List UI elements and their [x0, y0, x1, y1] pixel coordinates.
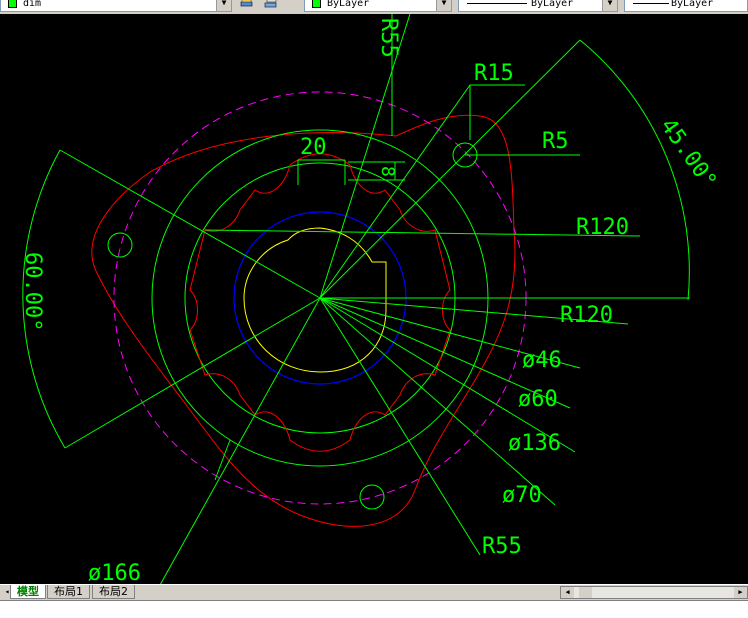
dim-r120-a: R120: [576, 215, 629, 240]
layer-previous-icon[interactable]: [264, 0, 278, 10]
dim-d70: ø70: [502, 483, 542, 508]
scroll-right-icon[interactable]: ▶: [734, 587, 747, 598]
linetype-sample: [467, 3, 527, 4]
dim-r15: R15: [474, 61, 514, 86]
lineweight-value: ByLayer: [671, 0, 714, 9]
layout-tabs-bar: ◂ 模型 布局1 布局2 ◀ ▶: [0, 584, 748, 601]
scroll-left-icon[interactable]: ◀: [561, 587, 574, 598]
dimension-text: R55 R15 R5 45.00° R120 R120 ø46 ø60 ø136…: [20, 18, 721, 586]
dim-d60: ø60: [518, 387, 558, 412]
dim-width-8: 8: [377, 166, 398, 177]
dim-r55-bottom: R55: [482, 534, 522, 559]
bolt-hole-bottom: [359, 484, 385, 510]
dim-r120-b: R120: [560, 303, 613, 328]
dim-r5: R5: [542, 129, 569, 154]
bore-keyway: [243, 227, 387, 373]
scroll-thumb[interactable]: [579, 587, 592, 598]
lineweight-sample: [633, 3, 669, 4]
properties-toolbar: dim ▼ ByLayer ▼ ByLayer ▼ ByLayer: [0, 0, 748, 15]
cad-drawing: R55 R15 R5 45.00° R120 R120 ø46 ø60 ø136…: [20, 13, 721, 586]
linetype-value: ByLayer: [531, 0, 574, 9]
linetype-control-dropdown[interactable]: ByLayer ▼: [458, 0, 618, 12]
bolt-hole-left: [107, 232, 133, 258]
dim-d166: ø166: [88, 561, 141, 584]
color-control-dropdown[interactable]: ByLayer ▼: [304, 0, 452, 12]
make-layer-current-icon[interactable]: [240, 0, 254, 10]
dim-angle-60: 60.00°: [20, 252, 45, 331]
chevron-down-icon[interactable]: ▼: [216, 0, 231, 11]
horizontal-scrollbar[interactable]: ◀ ▶: [560, 586, 748, 599]
layer-color-swatch: [8, 0, 17, 8]
color-value: ByLayer: [327, 0, 370, 9]
layer-dropdown[interactable]: dim ▼: [0, 0, 232, 12]
command-line[interactable]: [0, 600, 748, 618]
dim-d46: ø46: [522, 348, 562, 373]
layer-name: dim: [23, 0, 42, 9]
tab-model[interactable]: 模型: [10, 585, 46, 599]
chevron-down-icon[interactable]: ▼: [436, 0, 451, 11]
chevron-down-icon[interactable]: ▼: [602, 0, 617, 11]
dim-r55-top: R55: [376, 18, 401, 58]
lineweight-control-dropdown[interactable]: ByLayer: [624, 0, 748, 12]
dimension-lines: [22, 13, 690, 586]
tab-layout2[interactable]: 布局2: [92, 585, 135, 599]
model-space-canvas[interactable]: R55 R15 R5 45.00° R120 R120 ø46 ø60 ø136…: [0, 13, 748, 586]
dim-d136: ø136: [508, 431, 561, 456]
dim-width-20: 20: [300, 135, 327, 160]
tab-layout1[interactable]: 布局1: [47, 585, 90, 599]
color-swatch: [312, 0, 321, 8]
